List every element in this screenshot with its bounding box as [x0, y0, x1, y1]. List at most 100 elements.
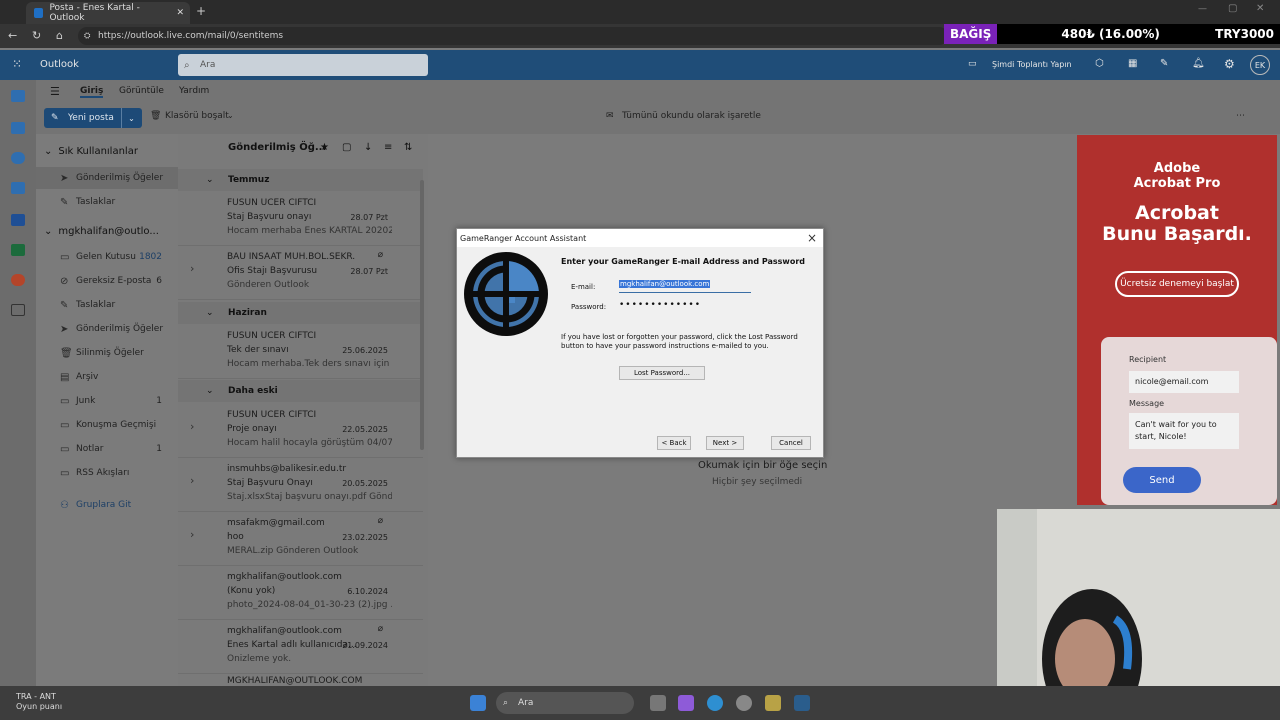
folder-item-junk-email[interactable]: ⊘ Gereksiz E-posta 6: [36, 270, 178, 292]
message-row[interactable]: MGKHALIFAN@OUTLOOK.COM: [178, 674, 423, 686]
account-header[interactable]: ⌄ mgkhalifan@outlo...: [44, 226, 159, 237]
chevron-down-icon: ⌄: [206, 308, 214, 318]
empty-folder-chevron-icon[interactable]: ⌄: [227, 111, 234, 120]
select-icon[interactable]: ▢: [342, 142, 351, 153]
expand-thread-icon[interactable]: ›: [190, 528, 194, 541]
group-header-june[interactable]: ⌄ Haziran: [178, 302, 423, 324]
message-row[interactable]: ⌀ mgkhalifan@outlook.com Enes Kartal adl…: [178, 620, 423, 674]
message-sender: mgkhalifan@outlook.com: [227, 572, 342, 582]
url-field[interactable]: ⛭ https://outlook.live.com/mail/0/sentit…: [78, 27, 948, 45]
folder-item-conversation-history[interactable]: ▭ Konuşma Geçmişi: [36, 414, 178, 436]
excel-icon[interactable]: [11, 244, 25, 256]
back-icon[interactable]: ←: [8, 29, 17, 42]
go-to-groups-link[interactable]: ⚇ Gruplara Git: [36, 494, 178, 516]
message-row[interactable]: FUSUN UCER CIFTCI Staj Başvuru onayı 28.…: [178, 192, 423, 246]
ad-cta-button[interactable]: Ücretsiz denemeyi başlat: [1115, 271, 1239, 297]
powerpoint-icon[interactable]: [11, 274, 25, 286]
app-launcher-icon[interactable]: ⁙: [12, 57, 22, 71]
settings-icon[interactable]: ⚙: [1224, 57, 1235, 71]
message-row[interactable]: › insmuhbs@balikesir.edu.tr Staj Başvuru…: [178, 458, 423, 512]
refresh-icon[interactable]: ↻: [32, 29, 41, 42]
expand-thread-icon[interactable]: ›: [190, 420, 194, 433]
next-button[interactable]: Next >: [706, 436, 744, 450]
todo-icon[interactable]: [11, 182, 25, 194]
site-info-icon[interactable]: ⛭: [84, 31, 90, 41]
meet-now-button[interactable]: Şimdi Toplantı Yapın: [992, 60, 1072, 69]
maximize-icon[interactable]: ▢: [1228, 3, 1237, 14]
sort-icon[interactable]: ⇅: [404, 142, 412, 153]
people-icon[interactable]: [11, 152, 25, 164]
folder-icon: ▭: [60, 395, 70, 407]
back-button[interactable]: < Back: [657, 436, 691, 450]
folder-item-drafts[interactable]: ✎ Taslaklar: [36, 191, 178, 213]
favorites-header[interactable]: ⌄ Sık Kullanılanlar: [44, 146, 138, 157]
search-input[interactable]: ⌕ Ara: [178, 54, 428, 76]
expand-thread-icon[interactable]: ›: [190, 474, 194, 487]
app-icon[interactable]: [765, 695, 781, 711]
folder-item-rss[interactable]: ▭ RSS Akışları: [36, 462, 178, 484]
message-row[interactable]: mgkhalifan@outlook.com (Konu yok) 6.10.2…: [178, 566, 423, 620]
tab-home[interactable]: Giriş: [80, 86, 104, 98]
gameranger-taskbar-icon[interactable]: [794, 695, 810, 711]
copilot-icon[interactable]: [678, 695, 694, 711]
tab-help[interactable]: Yardım: [179, 86, 209, 96]
filter-icon[interactable]: ≡: [384, 142, 392, 153]
more-apps-icon[interactable]: [11, 304, 25, 316]
new-mail-dropdown[interactable]: ⌄: [121, 108, 141, 128]
email-field[interactable]: mgkhalifan@outlook.com: [619, 280, 751, 293]
weather-subtitle: Oyun puanı: [16, 702, 63, 711]
close-tab-icon[interactable]: ✕: [176, 8, 184, 18]
group-header-july[interactable]: ⌄ Temmuz: [178, 169, 423, 191]
edge-icon[interactable]: [707, 695, 723, 711]
hamburger-menu-icon[interactable]: ☰: [50, 85, 60, 98]
folder-item-drafts-account[interactable]: ✎ Taslaklar: [36, 294, 178, 316]
folder-item-deleted[interactable]: 🗑︎ Silinmiş Öğeler: [36, 342, 178, 364]
close-icon[interactable]: ×: [807, 231, 817, 245]
close-window-icon[interactable]: ✕: [1256, 3, 1264, 14]
new-tab-icon[interactable]: +: [196, 4, 206, 18]
browser-tab[interactable]: Posta - Enes Kartal - Outlook ✕: [26, 2, 190, 24]
message-row[interactable]: FUSUN UCER CIFTCI Tek der sınavı 25.06.2…: [178, 325, 423, 379]
avatar[interactable]: EK: [1250, 55, 1270, 75]
start-icon[interactable]: [470, 695, 486, 711]
folder-item-archive[interactable]: ▤ Arşiv: [36, 366, 178, 388]
message-list-scrollbar[interactable]: [420, 180, 424, 450]
weather-widget[interactable]: TRA - ANT Oyun puanı: [16, 692, 62, 712]
folder-item-inbox[interactable]: ▭ Gelen Kutusu 1802: [36, 246, 178, 268]
folder-item-notes[interactable]: ▭ Notlar 1: [36, 438, 178, 460]
message-row[interactable]: › FUSUN UCER CIFTCI Proje onayı 22.05.20…: [178, 404, 423, 458]
expand-thread-icon[interactable]: ›: [190, 262, 194, 275]
trash-icon[interactable]: 🗑︎: [150, 111, 161, 121]
more-options-icon[interactable]: ⋯: [1236, 111, 1245, 121]
jump-icon[interactable]: ↓: [364, 142, 372, 153]
calendar-header-icon[interactable]: ▦: [1128, 58, 1137, 69]
tab-view[interactable]: Görüntüle: [119, 86, 164, 96]
cancel-button[interactable]: Cancel: [771, 436, 811, 450]
notifications-icon[interactable]: 🔔︎: [1192, 58, 1205, 69]
calendar-icon[interactable]: [11, 122, 25, 134]
chrome-icon[interactable]: [736, 695, 752, 711]
mark-all-read-button[interactable]: Tümünü okundu olarak işaretle: [622, 111, 761, 121]
taskbar-search[interactable]: ⌕ Ara: [496, 692, 634, 714]
word-icon[interactable]: [11, 214, 25, 226]
minimize-icon[interactable]: —: [1198, 4, 1207, 14]
folder-item-sent[interactable]: ➤ Gönderilmiş Öğeler: [36, 167, 178, 189]
folder-item-sent-account[interactable]: ➤ Gönderilmiş Öğeler: [36, 318, 178, 340]
mark-read-icon[interactable]: ✉: [606, 111, 614, 121]
message-row[interactable]: › ⌀ BAU INSAAT MUH.BOL.SEKR. Ofis Stajı …: [178, 246, 423, 300]
home-icon[interactable]: ⌂: [56, 29, 63, 42]
attachment-icon: ⌀: [377, 624, 383, 634]
teams-icon[interactable]: ⬡: [1095, 58, 1104, 69]
lost-password-button[interactable]: Lost Password...: [619, 366, 705, 380]
meet-now-icon[interactable]: ▭: [968, 59, 977, 69]
mail-icon[interactable]: [11, 90, 25, 102]
adobe-ad[interactable]: Adobe Acrobat Pro Acrobat Bunu Başardı. …: [1077, 135, 1277, 505]
password-field[interactable]: •••••••••••••: [619, 300, 705, 313]
folder-item-junk[interactable]: ▭ Junk 1: [36, 390, 178, 412]
favorite-star-icon[interactable]: ★: [320, 142, 329, 153]
task-view-icon[interactable]: [650, 695, 666, 711]
message-row[interactable]: › ⌀ msafakm@gmail.com hoo 23.02.2025 MER…: [178, 512, 423, 566]
empty-folder-button[interactable]: Klasörü boşalt: [165, 111, 229, 121]
feedback-icon[interactable]: ✎: [1160, 58, 1168, 69]
group-header-older[interactable]: ⌄ Daha eski: [178, 380, 423, 402]
